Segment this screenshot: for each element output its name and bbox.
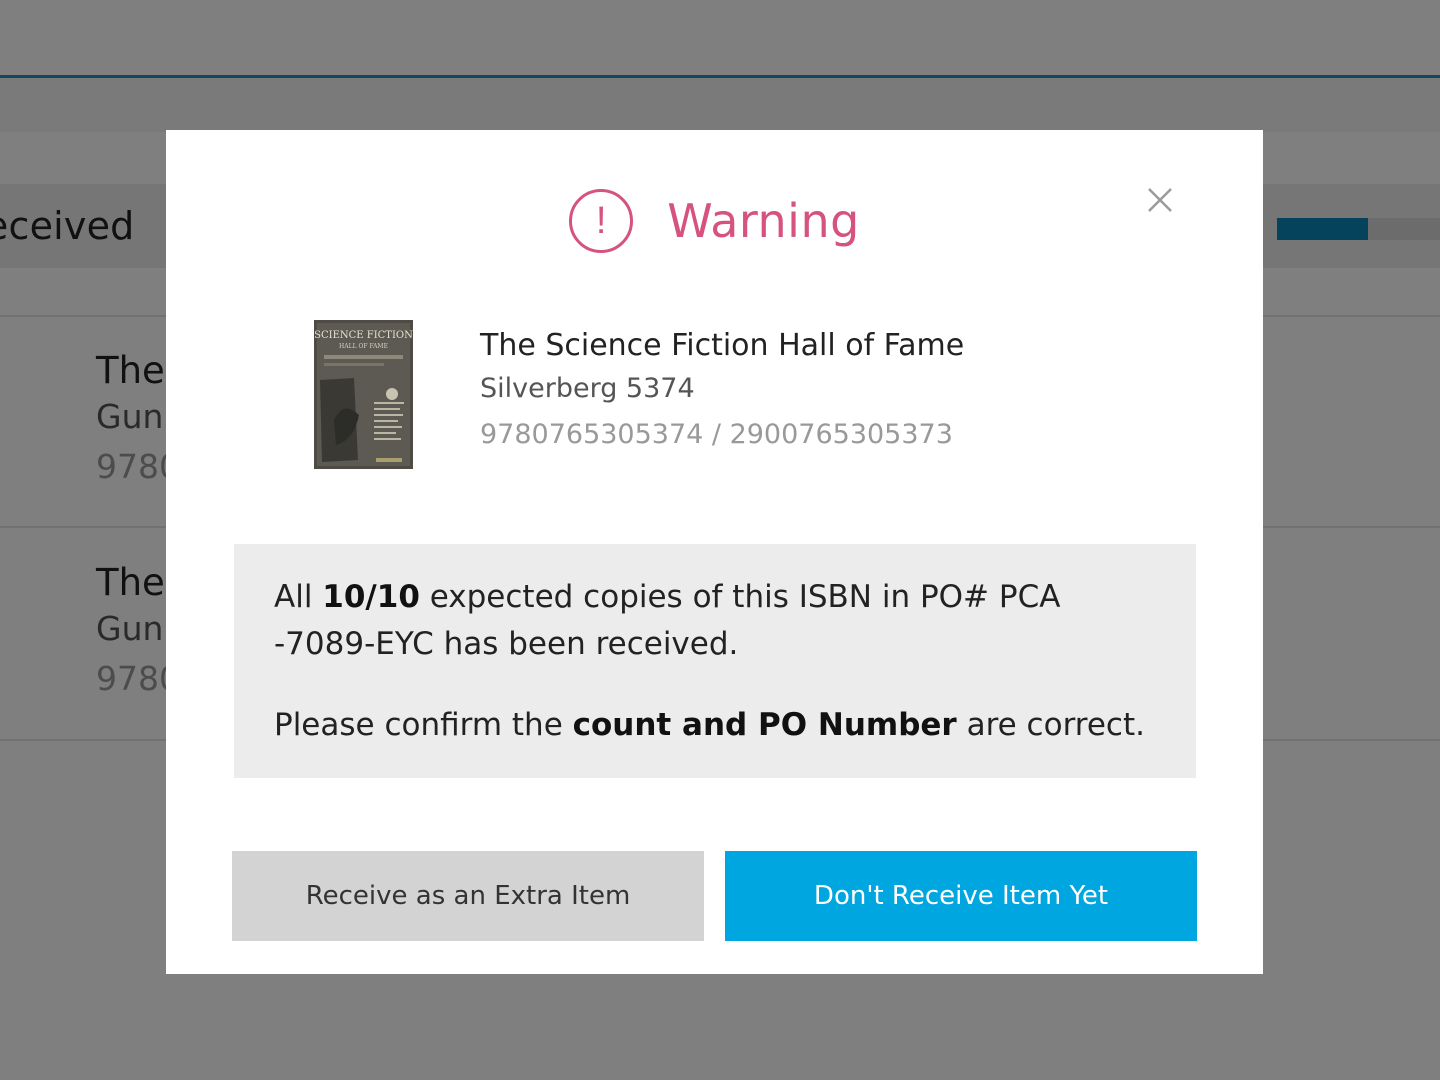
book-cover-image: SCIENCE FICTION HALL OF FAME <box>314 320 413 469</box>
warning-message: All 10/10 expected copies of this ISBN i… <box>234 544 1196 778</box>
book-cover-title: SCIENCE FICTION <box>314 330 413 341</box>
dont-receive-item-button[interactable]: Don't Receive Item Yet <box>725 851 1197 941</box>
dialog-header: ! Warning <box>166 186 1263 256</box>
book-isbn: 9780765305374 / 2900765305373 <box>480 419 953 450</box>
close-icon[interactable] <box>1140 180 1180 220</box>
received-count: 10/10 <box>322 579 420 615</box>
message-received-count: All 10/10 expected copies of this ISBN i… <box>274 579 1061 662</box>
receive-extra-item-button[interactable]: Receive as an Extra Item <box>232 851 704 941</box>
book-info: The Science Fiction Hall of Fame Silverb… <box>480 326 964 458</box>
exclamation-circle-icon: ! <box>569 189 634 253</box>
book-author: Silverberg 5374 <box>480 373 695 404</box>
dialog-title: Warning <box>667 194 860 248</box>
message-confirm: Please confirm the count and PO Number a… <box>274 707 1145 743</box>
warning-dialog: ! Warning SCIENCE FICTION HALL OF FAME T… <box>166 130 1263 974</box>
book-title: The Science Fiction Hall of Fame <box>480 328 965 363</box>
book-cover-subtitle: HALL OF FAME <box>339 343 388 350</box>
